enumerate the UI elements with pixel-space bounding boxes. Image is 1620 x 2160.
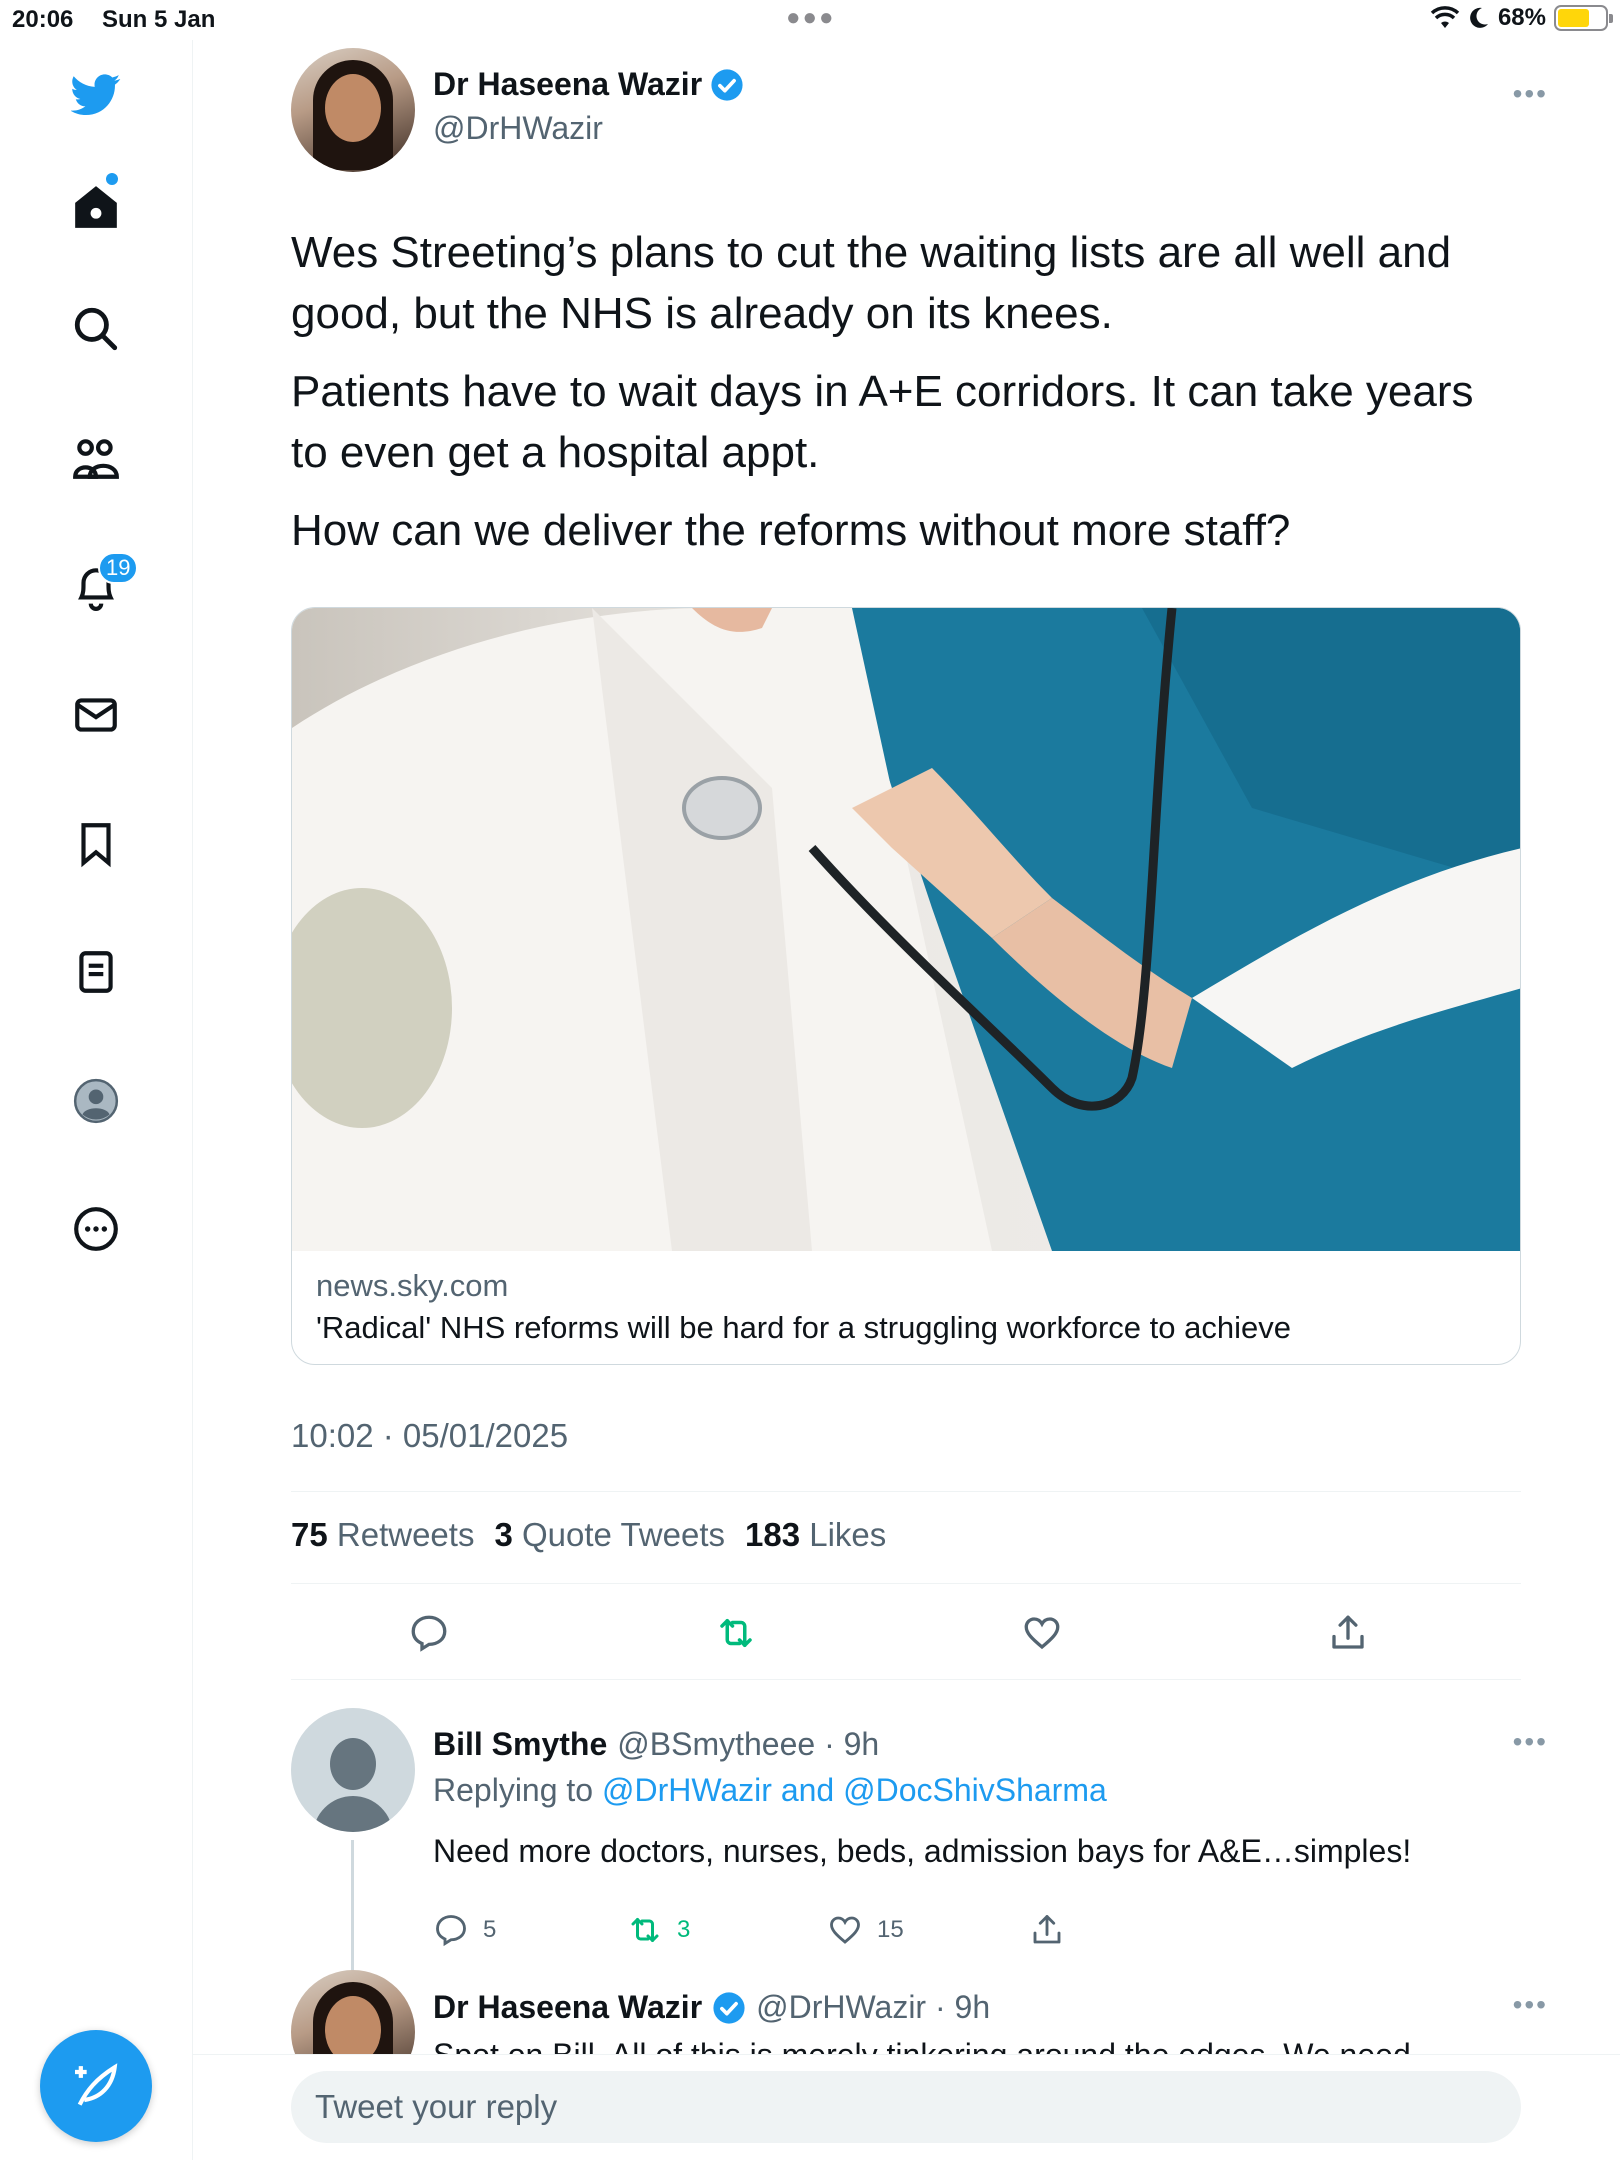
- reply-bar: [193, 2054, 1620, 2160]
- reply-retweet-count: 3: [677, 1916, 691, 1943]
- author-avatar[interactable]: [291, 48, 415, 172]
- wifi-icon: [1430, 6, 1460, 28]
- retweets-label: Retweets: [336, 1516, 475, 1553]
- tweet-text: Wes Streeting’s plans to cut the waiting…: [291, 222, 1521, 578]
- link-card-title: 'Radical' NHS reforms will be hard for a…: [316, 1310, 1291, 1345]
- retweet-icon: [631, 1918, 659, 1942]
- like-icon[interactable]: [1017, 1608, 1067, 1658]
- tweet-paragraph: How can we deliver the reforms without m…: [291, 506, 1291, 555]
- author-handle[interactable]: @DrHWazir: [433, 110, 603, 147]
- share-icon: [1033, 1915, 1061, 1944]
- compose-feather-icon: [75, 2063, 118, 2106]
- reply-like-count: 15: [877, 1916, 904, 1943]
- reply-share-button[interactable]: [1029, 1912, 1065, 1948]
- tweet-paragraph: Wes Streeting’s plans to cut the waiting…: [291, 228, 1452, 338]
- tweet-actions: [291, 1608, 1521, 1668]
- reply-actions: 5 3 15: [433, 1912, 1133, 1952]
- link-card-image: [292, 608, 1520, 1251]
- reply-author-name[interactable]: Dr Haseena Wazir: [433, 1989, 702, 2026]
- tweet-reply-input[interactable]: [291, 2071, 1521, 2143]
- verified-badge-icon: [713, 1991, 745, 2024]
- retweets-count: 75: [291, 1516, 328, 1553]
- reply-author-name[interactable]: Bill Smythe: [433, 1726, 607, 1763]
- verified-badge-icon: [711, 68, 743, 101]
- reply-like-button[interactable]: 15: [827, 1912, 904, 1948]
- retweets-stat[interactable]: 75 Retweets: [291, 1516, 474, 1554]
- reply-handle-time[interactable]: @DrHWazir · 9h: [756, 1989, 990, 2026]
- reply-icon[interactable]: [404, 1608, 454, 1658]
- battery-percent: 68%: [1497, 4, 1546, 31]
- reply-more-icon[interactable]: •••: [1513, 1726, 1548, 1758]
- home-icon[interactable]: [66, 177, 126, 237]
- status-time: 20:06: [12, 6, 74, 33]
- tweet-timestamp[interactable]: 10:02 · 05/01/2025: [291, 1417, 568, 1455]
- battery-icon: [1554, 5, 1613, 31]
- replying-to: Replying to @DrHWazir and @DocShivSharma: [433, 1772, 1107, 1809]
- search-icon[interactable]: [66, 299, 126, 359]
- tweet-more-icon[interactable]: •••: [1513, 78, 1548, 110]
- divider: [291, 1679, 1521, 1680]
- communities-icon[interactable]: [66, 428, 126, 488]
- profile-icon[interactable]: [66, 1071, 126, 1131]
- reply-header: Dr Haseena Wazir @DrHWazir · 9h: [433, 1989, 990, 2026]
- quotes-stat[interactable]: 3 Quote Tweets: [494, 1516, 725, 1554]
- replying-to-links[interactable]: @DrHWazir and @DocShivSharma: [602, 1772, 1107, 1808]
- reply-more-icon[interactable]: •••: [1513, 1989, 1548, 2021]
- reply-reply-count: 5: [483, 1916, 497, 1943]
- reply-icon: [436, 1915, 466, 1947]
- author-name[interactable]: Dr Haseena Wazir: [433, 66, 702, 103]
- status-bar: 20:06 Sun 5 Jan ●●● 68%: [0, 0, 1620, 40]
- tweet-stats: 75 Retweets 3 Quote Tweets 183 Likes: [291, 1516, 886, 1554]
- status-date: Sun 5 Jan: [102, 6, 216, 33]
- share-icon[interactable]: [1323, 1608, 1373, 1658]
- reply-retweet-button[interactable]: 3: [627, 1912, 690, 1948]
- more-options-icon[interactable]: [66, 1199, 126, 1259]
- link-card[interactable]: news.sky.com 'Radical' NHS reforms will …: [291, 607, 1521, 1365]
- tweet-paragraph: Patients have to wait days in A+E corrid…: [291, 367, 1474, 477]
- link-card-domain: news.sky.com: [316, 1268, 509, 1303]
- likes-stat[interactable]: 183 Likes: [745, 1516, 886, 1554]
- author-name-row: Dr Haseena Wazir: [433, 66, 744, 103]
- reply-reply-button[interactable]: 5: [433, 1912, 496, 1948]
- reply-handle-time[interactable]: @BSmytheee · 9h: [617, 1726, 879, 1763]
- bookmarks-icon[interactable]: [66, 814, 126, 874]
- reply-text: Need more doctors, nurses, beds, admissi…: [433, 1833, 1412, 1869]
- lists-icon[interactable]: [66, 942, 126, 1002]
- like-icon: [830, 1916, 860, 1944]
- replying-to-prefix: Replying to: [433, 1772, 602, 1808]
- messages-icon[interactable]: [66, 685, 126, 745]
- compose-tweet-button[interactable]: [40, 2030, 152, 2142]
- sidebar: 19: [0, 40, 193, 2160]
- likes-count: 183: [745, 1516, 801, 1553]
- quotes-count: 3: [494, 1516, 513, 1553]
- reply-avatar[interactable]: [291, 1708, 415, 1832]
- link-card-meta: news.sky.com 'Radical' NHS reforms will …: [316, 1268, 1291, 1346]
- multitasking-dots-icon[interactable]: ●●●: [786, 4, 836, 32]
- home-unread-dot: [106, 173, 118, 185]
- tweet-detail: Dr Haseena Wazir @DrHWazir ••• Wes Stree…: [193, 40, 1620, 2160]
- divider: [291, 1491, 1521, 1492]
- retweet-icon[interactable]: [711, 1608, 761, 1658]
- reply-header: Bill Smythe @BSmytheee · 9h: [433, 1726, 879, 1763]
- status-indicators: 68%: [1430, 4, 1613, 32]
- divider: [291, 1583, 1521, 1584]
- notifications-badge: 19: [98, 552, 139, 584]
- likes-label: Likes: [809, 1516, 887, 1553]
- quotes-label: Quote Tweets: [521, 1516, 725, 1553]
- twitter-logo-icon[interactable]: [66, 64, 126, 124]
- moon-icon: [1470, 7, 1488, 28]
